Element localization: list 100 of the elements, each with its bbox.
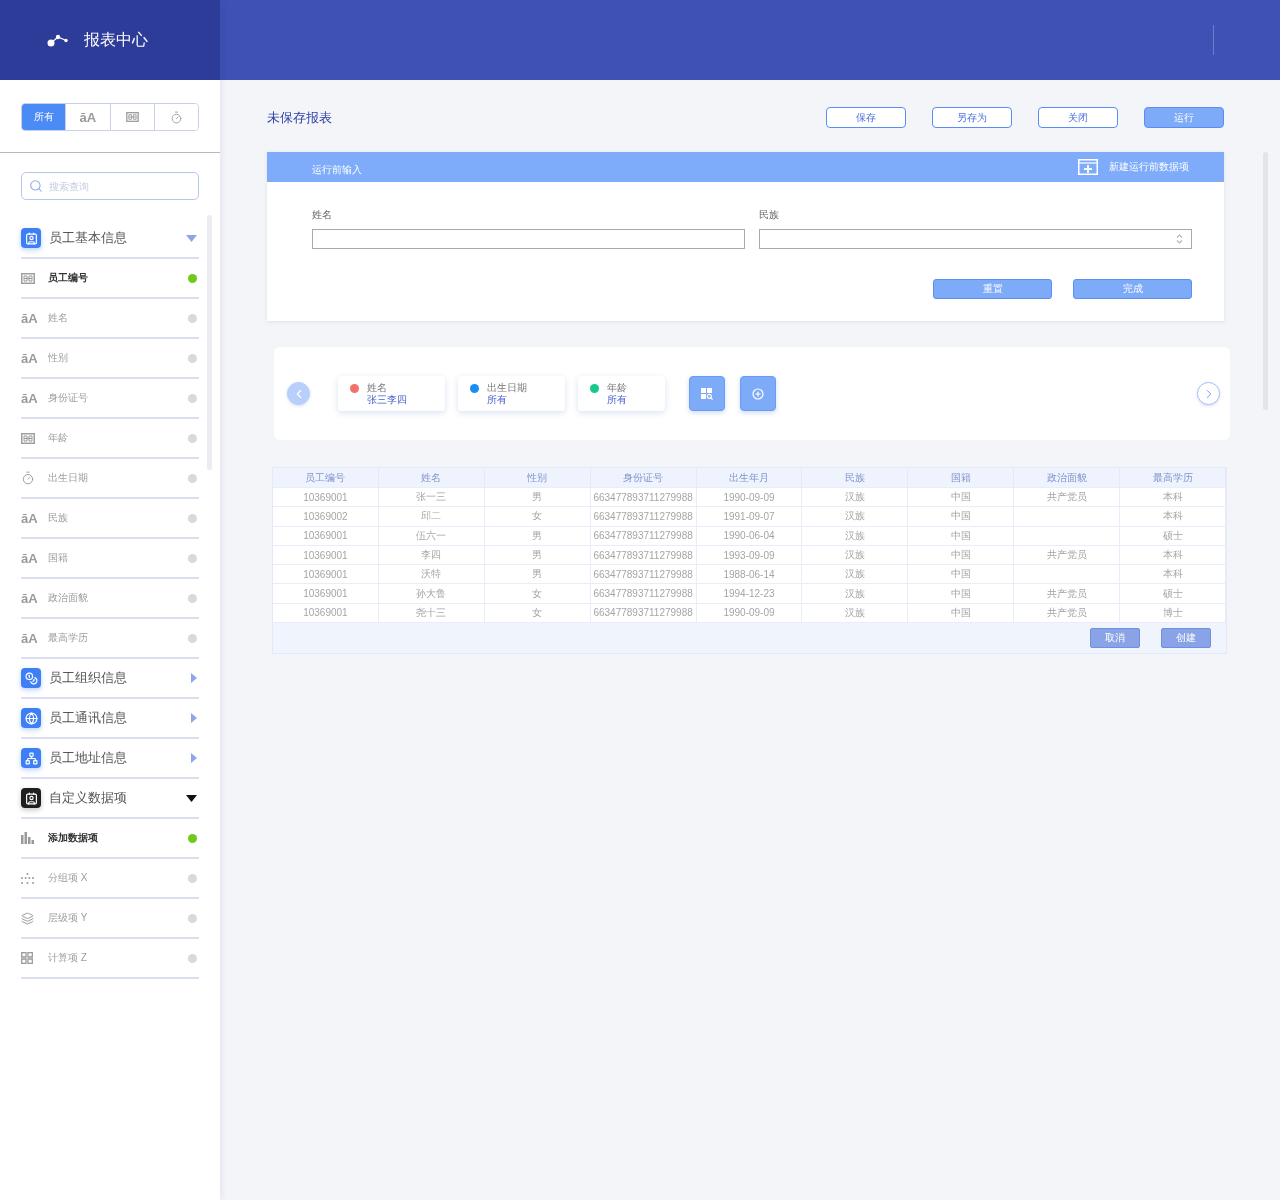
sidebar-group[interactable]: 自定义数据项 [21, 779, 199, 819]
table-cell: 10369001 [273, 603, 379, 623]
table-cell: 663477893711279988 [590, 584, 697, 603]
caret-right-icon[interactable] [191, 753, 197, 763]
group-label: 员工组织信息 [49, 669, 128, 687]
table-cell: 10369001 [273, 584, 379, 603]
filter-label: 年龄 [607, 382, 627, 394]
report-title: 未保存报表 [267, 108, 333, 127]
select-field[interactable] [759, 229, 1192, 249]
sidebar-group[interactable]: 员工通讯信息 [21, 699, 199, 739]
table-cell: 1994-12-23 [696, 584, 803, 603]
filter-chip[interactable]: 出生日期 所有 [458, 376, 565, 411]
group-label: 员工地址信息 [49, 749, 128, 767]
filter-tab[interactable] [153, 104, 198, 130]
item-label: 最高学历 [48, 631, 89, 645]
add-item-button[interactable]: 新建运行前数据项 [1078, 159, 1189, 175]
plus-circle-icon [752, 387, 764, 400]
search-icon [29, 179, 43, 193]
font-icon: āA [21, 351, 38, 365]
table-cell: 硕士 [1120, 526, 1226, 545]
card-icon [125, 112, 139, 122]
table-cell: 663477893711279988 [590, 603, 697, 623]
sidebar-item[interactable]: āA 最高学历 [21, 619, 199, 659]
previous-button[interactable] [287, 382, 310, 405]
caret-right-icon[interactable] [191, 673, 197, 683]
filter-chip[interactable]: 姓名 张三李四 [338, 376, 445, 411]
font-icon: āA [21, 311, 38, 325]
filter-value: 张三李四 [367, 394, 407, 406]
table-cell: 中国 [908, 584, 1015, 603]
table-cell: 硕士 [1120, 584, 1226, 603]
window-plus-icon [1078, 159, 1098, 175]
app-title: 报表中心 [84, 29, 148, 50]
table-cell: 男 [484, 526, 591, 545]
table-cell: 尧十三 [378, 603, 485, 623]
toolbar-button[interactable]: 保存 [826, 107, 906, 128]
caret-right-icon[interactable] [191, 713, 197, 723]
sidebar-group[interactable]: 员工地址信息 [21, 739, 199, 779]
sidebar-item[interactable]: āA 身份证号 [21, 379, 199, 419]
filter-chip[interactable]: 年龄 所有 [578, 376, 665, 411]
filter-tab[interactable]: 所有 [22, 104, 66, 130]
group-label: 员工通讯信息 [49, 709, 128, 727]
logo-icon [47, 33, 69, 47]
table-cell: 共产党员 [1014, 584, 1121, 603]
form-button[interactable]: 重置 [933, 279, 1052, 299]
table-cell: 汉族 [802, 526, 909, 545]
item-label: 分组项 X [48, 871, 89, 885]
sidebar-item[interactable]: 分组项 X [21, 859, 199, 899]
table-button[interactable]: 取消 [1090, 628, 1140, 649]
sidebar-item[interactable]: 年龄 [21, 419, 199, 459]
table-button[interactable]: 创建 [1161, 628, 1211, 649]
table-cell: 孙大鲁 [378, 584, 485, 603]
table-cell: 中国 [908, 507, 1015, 526]
item-label: 身份证号 [48, 391, 89, 405]
dots-icon [21, 872, 34, 884]
next-button[interactable] [1197, 382, 1220, 405]
toolbar-button[interactable]: 另存为 [932, 107, 1012, 128]
grid-search-icon [701, 387, 713, 400]
sidebar-item[interactable]: āA 民族 [21, 499, 199, 539]
stopwatch-icon [169, 110, 183, 124]
sidebar-item[interactable]: āA 姓名 [21, 299, 199, 339]
sidebar-item[interactable]: 出生日期 [21, 459, 199, 499]
sidebar-item[interactable]: āA 性别 [21, 339, 199, 379]
font-icon: āA [21, 511, 38, 525]
input-field[interactable] [312, 229, 745, 249]
sidebar-item[interactable]: 层级项 Y [21, 899, 199, 939]
sidebar-group[interactable]: 员工组织信息 [21, 659, 199, 699]
sidebar-item[interactable]: 员工编号 [21, 259, 199, 299]
run-button[interactable]: 运行 [1144, 107, 1224, 128]
table-cell: 女 [484, 507, 591, 526]
grid-search-button[interactable] [689, 376, 725, 411]
font-icon: āA [21, 551, 38, 565]
table-cell: 女 [484, 584, 591, 603]
spinner-icon [1176, 233, 1183, 245]
group-label: 员工基本信息 [49, 229, 128, 247]
font-icon: āA [21, 631, 38, 645]
sidebar-item[interactable]: 添加数据项 [21, 819, 199, 859]
sidebar-item[interactable]: 计算项 Z [21, 939, 199, 979]
filter-label: 姓名 [367, 382, 387, 394]
bar-chart-icon [21, 832, 34, 844]
table-cell: 汉族 [802, 584, 909, 603]
item-label: 性别 [48, 351, 69, 365]
item-label: 层级项 Y [48, 911, 89, 925]
sidebar-item[interactable]: āA 政治面貌 [21, 579, 199, 619]
field-label: 民族 [759, 208, 780, 222]
sidebar-group[interactable]: 员工基本信息 [21, 219, 199, 259]
table-cell: 本科 [1120, 507, 1226, 526]
add-button[interactable] [740, 376, 776, 411]
table-cell: 10369002 [273, 507, 379, 526]
item-label: 出生日期 [48, 471, 89, 485]
table-cell: 663477893711279988 [590, 507, 697, 526]
table-cell: 汉族 [802, 603, 909, 623]
font-icon: āA [21, 391, 38, 405]
table-cell: 汉族 [802, 507, 909, 526]
sidebar-item[interactable]: āA 国籍 [21, 539, 199, 579]
caret-down-icon[interactable] [186, 794, 197, 802]
toolbar-button[interactable]: 关闭 [1038, 107, 1118, 128]
item-label: 年龄 [48, 431, 69, 445]
layers-icon [21, 911, 34, 925]
form-button[interactable]: 完成 [1073, 279, 1192, 299]
item-label: 计算项 Z [48, 951, 88, 965]
